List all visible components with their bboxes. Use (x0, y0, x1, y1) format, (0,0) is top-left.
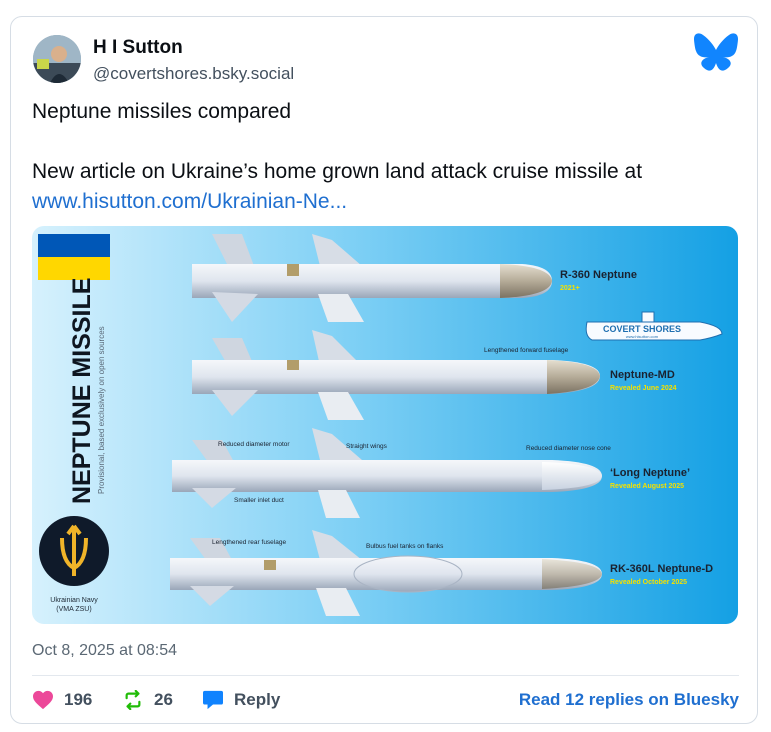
missile3-note: Revealed August 2025 (610, 483, 684, 490)
avatar[interactable] (33, 35, 81, 83)
repost-button[interactable]: 26 (122, 690, 173, 710)
side-title: NEPTUNE MISSILE (68, 278, 96, 504)
reply-bubble-icon (203, 690, 223, 710)
side-subtitle: Provisional, based exclusively on open s… (97, 326, 106, 494)
missile1-note: 2021+ (560, 285, 580, 292)
post-text-line1: Neptune missiles compared (32, 100, 292, 123)
navy-label-line2: (VMA ZSU) (56, 606, 91, 613)
brand-name: COVERT SHORES (603, 324, 681, 334)
post-timestamp[interactable]: Oct 8, 2025 at 08:54 (32, 642, 177, 660)
missile2-note: Revealed June 2024 (610, 385, 677, 392)
like-count: 196 (64, 690, 93, 709)
annotation-lengthened-forward: Lengthened forward fuselage (484, 347, 569, 354)
repost-count: 26 (154, 690, 173, 709)
ukraine-flag-icon (38, 234, 110, 280)
ukrainian-navy-emblem-icon (39, 516, 109, 586)
author-name[interactable]: H I Sutton (93, 37, 183, 59)
annotation-reduced-nose: Reduced diameter nose cone (526, 445, 611, 452)
missile1-name: R-360 Neptune (560, 269, 637, 281)
missile4-name: RK-360L Neptune-D (610, 563, 713, 575)
post-link[interactable]: www.hisutton.com/Ukrainian-Ne... (32, 190, 347, 214)
heart-icon (33, 690, 53, 710)
author-handle[interactable]: @covertshores.bsky.social (93, 64, 294, 84)
reply-button[interactable]: Reply (202, 690, 280, 710)
missile3-name: ‘Long Neptune’ (610, 467, 690, 479)
missile4-note: Revealed October 2025 (610, 579, 687, 586)
divider (32, 675, 739, 676)
missile2-name: Neptune-MD (610, 369, 675, 381)
annotation-lengthened-rear: Lengthened rear fuselage (212, 539, 286, 546)
navy-label-line1: Ukrainian Navy (50, 597, 98, 604)
reply-label: Reply (234, 690, 281, 709)
brand-url: www.hisutton.com (626, 334, 659, 339)
annotation-smaller-inlet: Smaller inlet duct (234, 497, 284, 504)
annotation-bulbus-tanks: Bulbus fuel tanks on flanks (366, 543, 444, 550)
read-replies-link[interactable]: Read 12 replies on Bluesky (519, 690, 739, 710)
repost-icon (125, 690, 141, 710)
infographic-image[interactable]: NEPTUNE MISSILE Provisional, based exclu… (32, 226, 738, 624)
bluesky-logo-icon[interactable] (693, 32, 739, 72)
annotation-straight-wings: Straight wings (346, 443, 388, 450)
avatar-image (33, 35, 81, 83)
like-button[interactable]: 196 (32, 690, 92, 710)
post-text-line2: New article on Ukraine’s home grown land… (32, 160, 643, 183)
annotation-reduced-motor: Reduced diameter motor (218, 441, 290, 448)
